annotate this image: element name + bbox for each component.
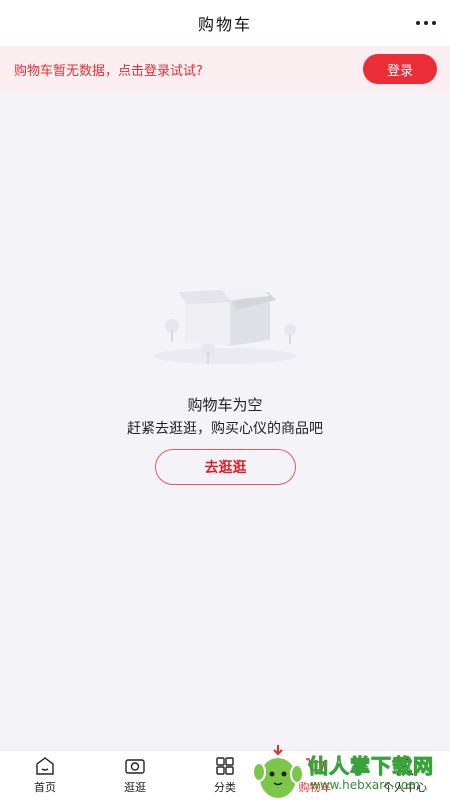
tab-home[interactable]: 首页 xyxy=(0,751,90,800)
go-shopping-button[interactable]: 去逛逛 xyxy=(155,449,296,485)
more-options-icon[interactable] xyxy=(416,17,436,29)
page-title: 购物车 xyxy=(197,15,252,34)
dot xyxy=(416,21,420,25)
tab-label: 首页 xyxy=(34,781,56,794)
empty-cart-subtitle: 赶紧去逛逛，购买心仪的商品吧 xyxy=(127,421,323,437)
login-prompt-banner: 购物车暂无数据，点击登录试试? 登录 xyxy=(0,46,450,93)
grid-icon xyxy=(216,757,234,775)
login-prompt-text: 购物车暂无数据，点击登录试试? xyxy=(14,64,203,79)
home-icon xyxy=(36,757,54,775)
empty-cart-box-illustration xyxy=(153,286,297,364)
dot xyxy=(432,21,436,25)
camera-icon xyxy=(125,759,145,774)
empty-cart-title: 购物车为空 xyxy=(187,396,263,414)
tab-label: 逛逛 xyxy=(124,781,146,794)
cactus-logo-icon xyxy=(252,745,304,800)
login-button[interactable]: 登录 xyxy=(363,54,437,84)
top-nav-bar: 购物车 xyxy=(0,0,450,46)
site-watermark: 仙人掌下载网 www.hebxarc.com xyxy=(250,742,450,800)
watermark-text: 仙人掌下载网 xyxy=(308,754,434,779)
tab-explore[interactable]: 逛逛 xyxy=(90,751,180,800)
dot xyxy=(424,21,428,25)
watermark-url: www.hebxarc.com xyxy=(310,778,420,792)
tab-label: 分类 xyxy=(214,781,236,794)
